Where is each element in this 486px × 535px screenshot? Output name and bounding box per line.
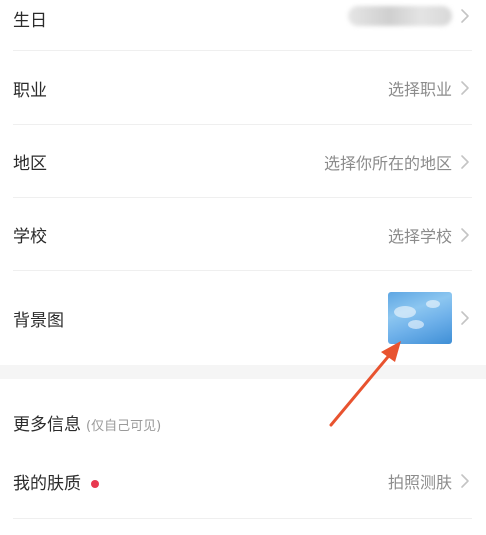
row-region-label: 地区: [13, 154, 47, 174]
section-separator: [0, 365, 486, 379]
row-occupation-label: 职业: [13, 80, 47, 101]
chevron-right-icon: [461, 474, 469, 488]
chevron-right-icon: [461, 311, 469, 325]
row-school-label: 学校: [13, 227, 47, 247]
chevron-right-icon: [461, 9, 469, 23]
row-birthday-label: 生日: [13, 11, 47, 31]
more-info-title: 更多信息: [13, 415, 81, 435]
row-skin-type-label-wrap: 我的肤质: [13, 469, 388, 494]
row-skin-type-value: 拍照测肤: [387, 473, 452, 492]
row-background-image[interactable]: 背景图: [0, 271, 486, 365]
birthday-value-blurred: [348, 6, 452, 26]
background-image-thumbnail[interactable]: [388, 292, 452, 344]
row-skin-type[interactable]: 我的肤质 拍照测肤: [0, 452, 486, 510]
row-region[interactable]: 地区 选择你所在的地区: [0, 125, 486, 198]
more-info-header: 更多信息 (仅自己可见): [13, 410, 161, 435]
row-birthday[interactable]: 生日: [0, 0, 486, 34]
row-skin-type-label: 我的肤质: [13, 473, 81, 494]
more-info-subtitle: (仅自己可见): [86, 419, 162, 434]
row-occupation-value: 选择职业: [387, 80, 452, 99]
row-occupation[interactable]: 职业 选择职业: [0, 51, 486, 125]
notification-dot: [91, 479, 99, 488]
chevron-right-icon: [461, 81, 469, 95]
divider: [13, 518, 472, 519]
row-school[interactable]: 学校 选择学校: [0, 198, 486, 271]
row-school-value: 选择学校: [387, 226, 452, 246]
profile-edit-screen: 生日 职业 选择职业 地区 选择你所在的地区 学校 选择学校 背景图 更多信息: [0, 0, 486, 535]
row-background-image-label: 背景图: [13, 310, 64, 331]
row-region-value: 选择你所在的地区: [323, 153, 452, 173]
chevron-right-icon: [461, 227, 469, 242]
chevron-right-icon: [461, 154, 469, 169]
